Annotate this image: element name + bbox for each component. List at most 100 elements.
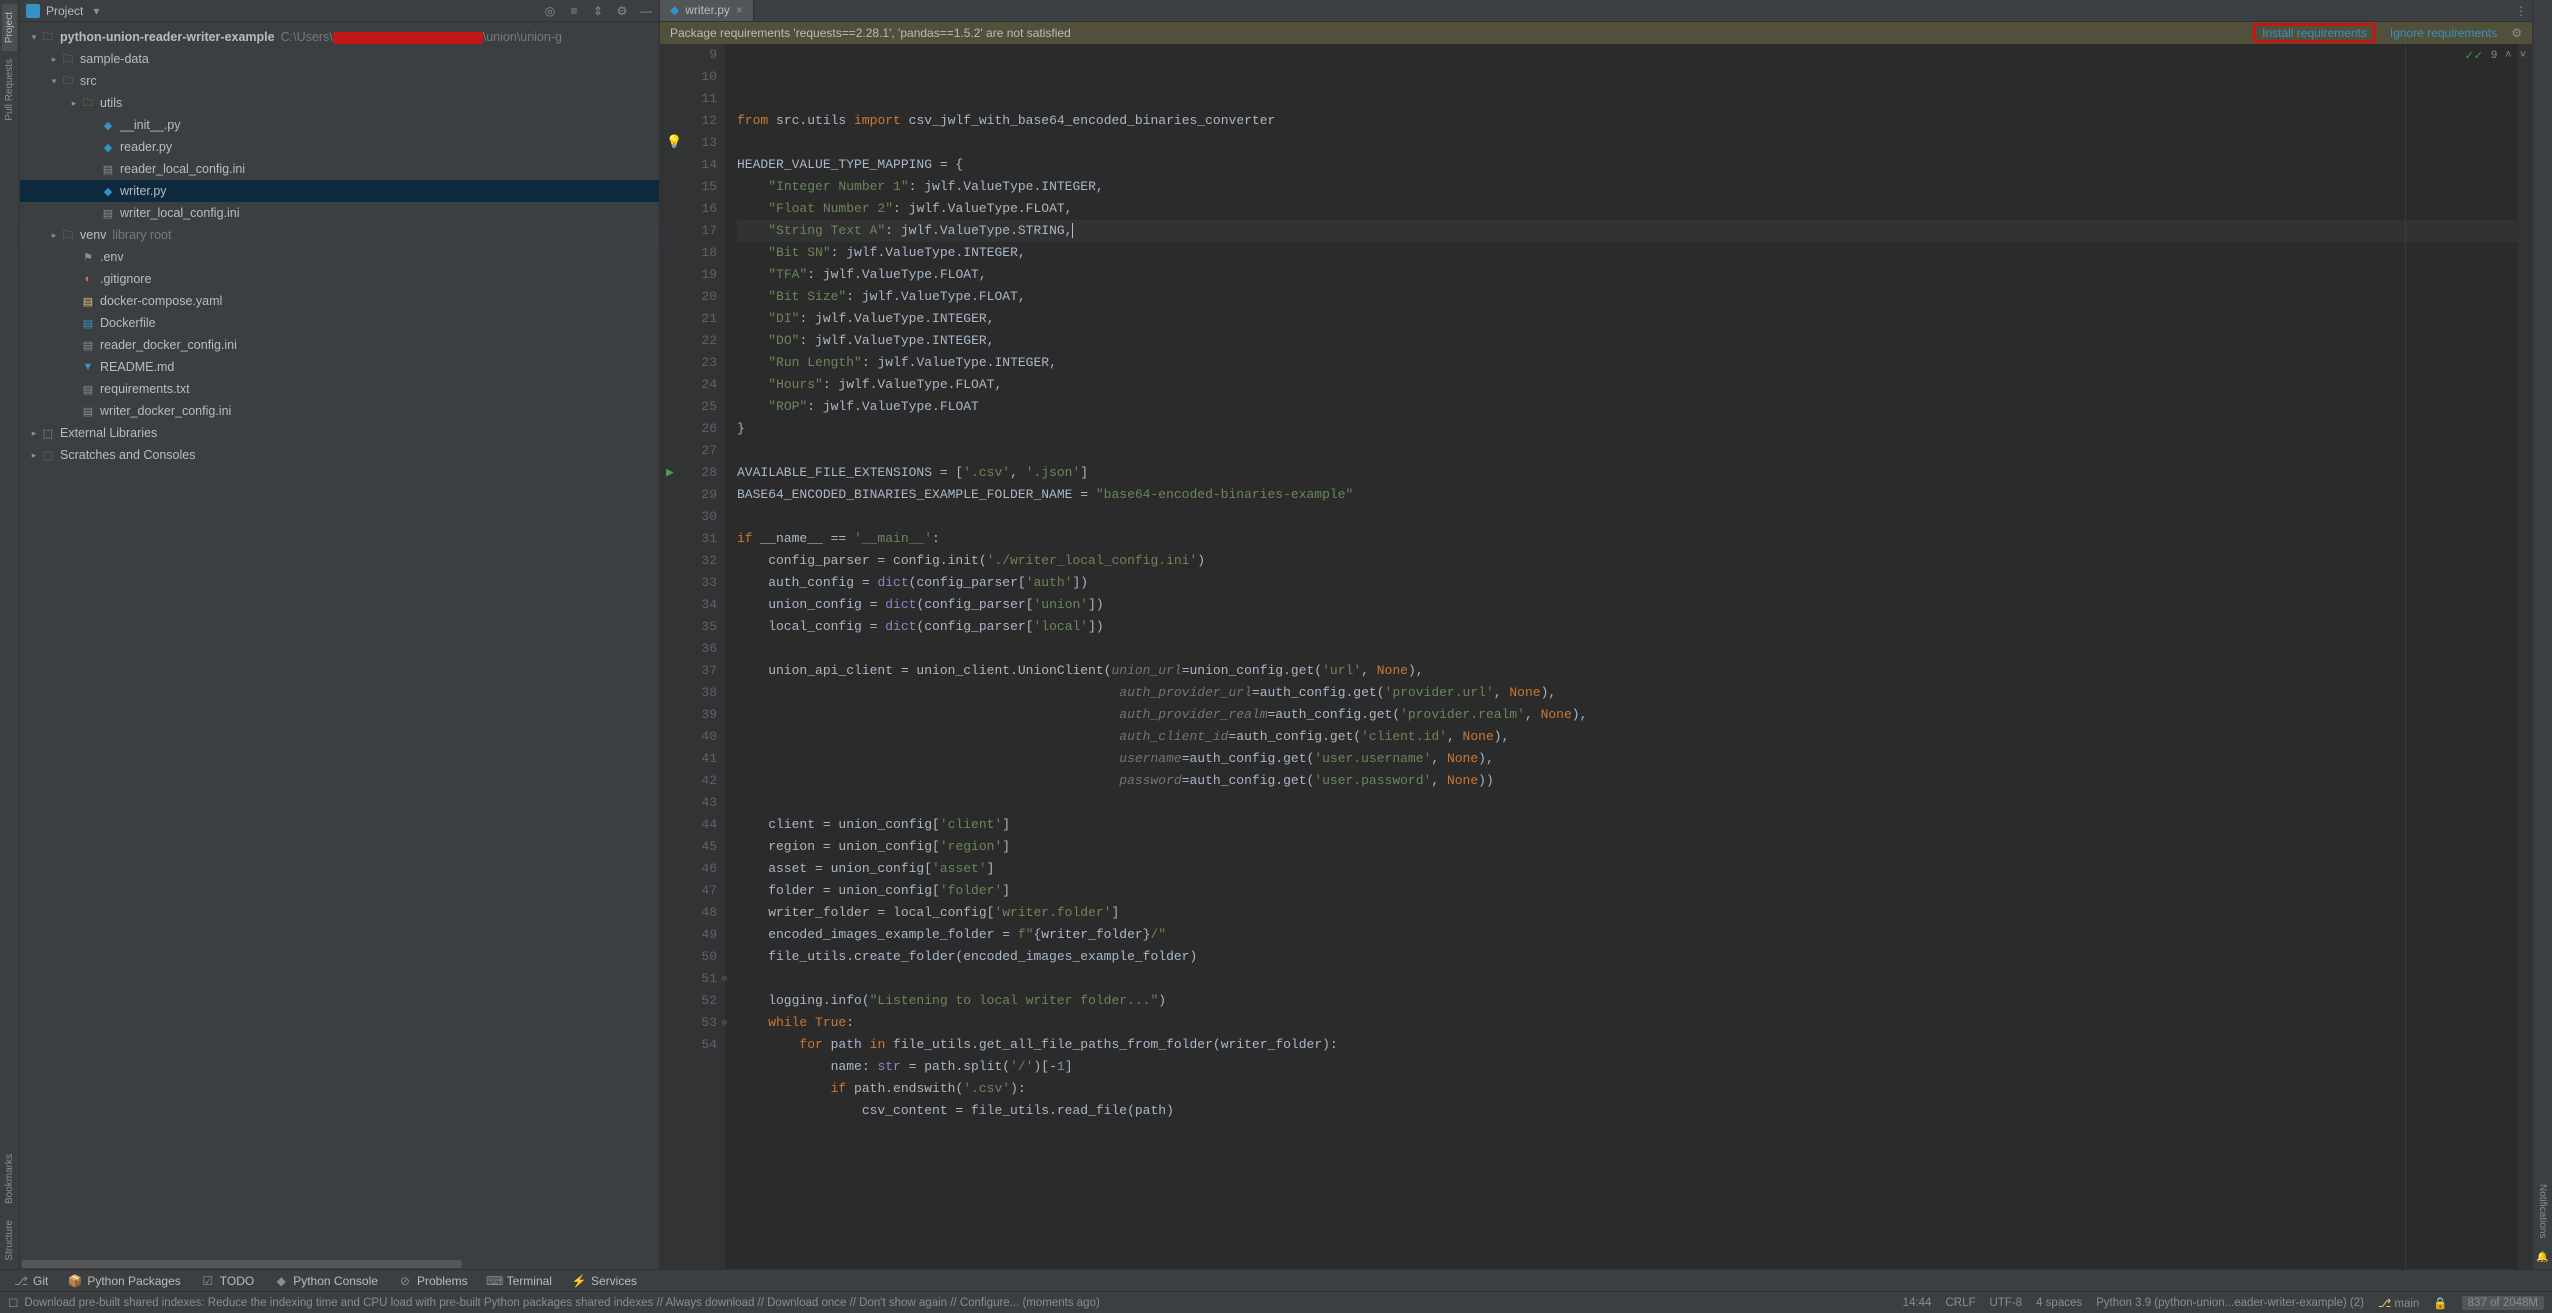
indent-setting[interactable]: 4 spaces [2036, 1297, 2082, 1309]
code-editor[interactable]: ✓✓ 9 ˄ ˅ 9101112💡13141516171819202122232… [660, 44, 2532, 1269]
install-requirements-link[interactable]: Install requirements [2253, 23, 2376, 43]
memory-indicator[interactable]: 837 of 2048M [2462, 1296, 2544, 1310]
tab-notifications[interactable]: Notifications [2535, 1176, 2550, 1246]
project-dropdown-icon[interactable]: ▾ [93, 4, 99, 18]
ini-file-icon: ▤ [80, 337, 96, 353]
tab-project[interactable]: Project [2, 4, 17, 51]
redacted-path [333, 32, 483, 44]
tree-sample-data[interactable]: ▸🗀sample-data [20, 48, 659, 70]
tree-dockerfile[interactable]: ▤Dockerfile [20, 312, 659, 334]
problems-tool[interactable]: ⊘Problems [390, 1274, 476, 1288]
services-tool[interactable]: ⚡Services [564, 1274, 645, 1288]
editor-tabs: ◆ writer.py × ⋮ [660, 0, 2532, 22]
ini-file-icon: ▤ [100, 161, 116, 177]
git-tool[interactable]: ⎇Git [6, 1274, 56, 1288]
right-tool-strip: Notifications 🔔 [2532, 0, 2552, 1269]
file-encoding[interactable]: UTF-8 [1989, 1297, 2022, 1309]
banner-gear-icon[interactable]: ⚙ [2511, 26, 2522, 40]
ignore-requirements-link[interactable]: Ignore requirements [2384, 24, 2503, 42]
python-file-icon: ◆ [100, 139, 116, 155]
tab-pull-requests[interactable]: Pull Requests [2, 51, 17, 129]
python-file-icon: ◆ [100, 117, 116, 133]
error-stripe[interactable] [2518, 44, 2532, 1269]
tree-compose[interactable]: ▤docker-compose.yaml [20, 290, 659, 312]
tree-external-libs[interactable]: ▸⬚External Libraries [20, 422, 659, 444]
docker-file-icon: ▤ [80, 315, 96, 331]
project-header: Project ▾ ◎ ≡ ⇕ ⚙ — [20, 0, 659, 22]
tree-venv[interactable]: ▸🗀venvlibrary root [20, 224, 659, 246]
tree-root-hint: C:\Users\\union\union-g [281, 30, 562, 44]
tree-scratches[interactable]: ▸⬚Scratches and Consoles [20, 444, 659, 466]
tab-writer-py[interactable]: ◆ writer.py × [660, 0, 754, 21]
tree-reader-py[interactable]: ◆reader.py [20, 136, 659, 158]
library-icon: ⬚ [40, 425, 56, 441]
project-scrollbar[interactable] [20, 1259, 659, 1269]
tree-requirements[interactable]: ▤requirements.txt [20, 378, 659, 400]
python-file-icon: ◆ [670, 3, 679, 17]
tree-src[interactable]: ▾🗀src [20, 70, 659, 92]
close-icon[interactable]: × [736, 3, 743, 17]
gitignore-icon: ◐ [80, 271, 96, 287]
project-tree[interactable]: ▾🗀 python-union-reader-writer-example C:… [20, 22, 659, 1259]
hide-icon[interactable]: — [639, 4, 653, 18]
status-message[interactable]: Download pre-built shared indexes: Reduc… [24, 1297, 1100, 1309]
console-icon: ◆ [274, 1274, 288, 1288]
collapse-all-icon[interactable]: ⇕ [591, 4, 605, 18]
python-packages-tool[interactable]: 📦Python Packages [60, 1274, 188, 1288]
tree-init-py[interactable]: ◆__init__.py [20, 114, 659, 136]
status-bar: ☐ Download pre-built shared indexes: Red… [0, 1291, 2552, 1313]
tree-readme[interactable]: ▼README.md [20, 356, 659, 378]
right-margin-guide [2405, 44, 2406, 1269]
folder-icon: 🗀 [40, 29, 56, 45]
bottom-tool-bar: ⎇Git 📦Python Packages ☑TODO ◆Python Cons… [0, 1269, 2552, 1291]
scratch-icon: ⬚ [40, 447, 56, 463]
yaml-file-icon: ▤ [80, 293, 96, 309]
line-separator[interactable]: CRLF [1945, 1297, 1975, 1309]
chevron-down-icon[interactable]: ˅ [2520, 49, 2526, 61]
interpreter[interactable]: Python 3.9 (python-union...eader-writer-… [2096, 1297, 2364, 1309]
todo-tool[interactable]: ☑TODO [193, 1274, 262, 1288]
caret-position[interactable]: 14:44 [1903, 1297, 1932, 1309]
tab-label: writer.py [685, 3, 730, 17]
python-file-icon: ◆ [100, 183, 116, 199]
tab-structure[interactable]: Structure [2, 1212, 17, 1269]
terminal-tool[interactable]: ⌨Terminal [480, 1274, 560, 1288]
gear-icon[interactable]: ⚙ [615, 4, 629, 18]
tab-bookmarks[interactable]: Bookmarks [2, 1146, 17, 1212]
expand-all-icon[interactable]: ≡ [567, 4, 581, 18]
line-gutter[interactable]: 9101112💡131415161718192021222324252627▶2… [660, 44, 725, 1269]
tree-utils[interactable]: ▸🗀utils [20, 92, 659, 114]
banner-message: Package requirements 'requests==2.28.1',… [670, 26, 2245, 40]
folder-icon: 🗀 [60, 51, 76, 67]
git-branch[interactable]: ⎇ main [2378, 1296, 2419, 1310]
services-icon: ⚡ [572, 1274, 586, 1288]
tree-env[interactable]: ⚑.env [20, 246, 659, 268]
project-icon [26, 4, 40, 18]
lock-icon[interactable]: 🔒 [2433, 1296, 2447, 1310]
tree-reader-local-ini[interactable]: ▤reader_local_config.ini [20, 158, 659, 180]
text-file-icon: ▤ [80, 381, 96, 397]
tree-gitignore[interactable]: ◐.gitignore [20, 268, 659, 290]
terminal-icon: ⌨ [488, 1274, 502, 1288]
tree-reader-docker-ini[interactable]: ▤reader_docker_config.ini [20, 334, 659, 356]
requirements-banner: Package requirements 'requests==2.28.1',… [660, 22, 2532, 44]
ini-file-icon: ▤ [80, 403, 96, 419]
markdown-file-icon: ▼ [80, 359, 96, 375]
python-console-tool[interactable]: ◆Python Console [266, 1274, 386, 1288]
code-content[interactable]: from src.utils import csv_jwlf_with_base… [725, 44, 2518, 1269]
tabs-menu-icon[interactable]: ⋮ [2510, 0, 2532, 21]
problems-icon: ⊘ [398, 1274, 412, 1288]
folder-icon: 🗀 [80, 95, 96, 111]
tree-writer-py[interactable]: ◆writer.py [20, 180, 659, 202]
git-icon: ⎇ [14, 1274, 28, 1288]
tree-writer-docker-ini[interactable]: ▤writer_docker_config.ini [20, 400, 659, 422]
editor-area: ◆ writer.py × ⋮ Package requirements 're… [660, 0, 2532, 1269]
locate-icon[interactable]: ◎ [543, 4, 557, 18]
todo-icon: ☑ [201, 1274, 215, 1288]
folder-icon: 🗀 [60, 227, 76, 243]
tree-writer-local-ini[interactable]: ▤writer_local_config.ini [20, 202, 659, 224]
bell-icon[interactable]: 🔔 [2536, 1246, 2548, 1269]
folder-icon: 🗀 [60, 73, 76, 89]
tree-root-label: python-union-reader-writer-example [60, 30, 275, 44]
tree-root[interactable]: ▾🗀 python-union-reader-writer-example C:… [20, 26, 659, 48]
